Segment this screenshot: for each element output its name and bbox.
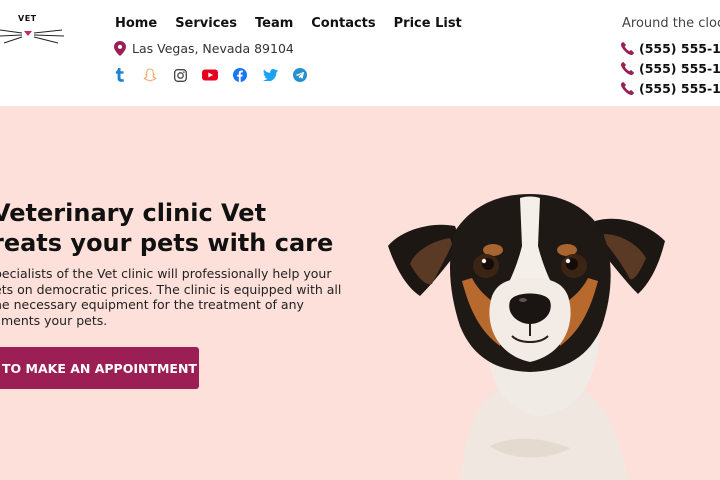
site-header: VET Home Services Team Contacts Price Li…: [0, 0, 720, 106]
make-appointment-button[interactable]: TO MAKE AN APPOINTMENT: [0, 347, 199, 389]
hero-description: pecialists of the Vet clinic will profes…: [0, 266, 354, 328]
nav-price-list[interactable]: Price List: [394, 16, 462, 31]
site-logo[interactable]: VET: [0, 14, 70, 48]
phone-number: (555) 555-123: [639, 80, 720, 96]
nav-home[interactable]: Home: [115, 16, 157, 31]
dog-photo: [388, 194, 665, 480]
youtube-icon[interactable]: [202, 67, 218, 83]
address: Las Vegas, Nevada 89104: [114, 41, 294, 56]
social-links: [112, 67, 322, 83]
hero-title-line: Veterinary clinic Vet: [0, 199, 267, 227]
phone-item[interactable]: (555) 555-123: [621, 38, 720, 58]
phone-icon: [621, 41, 634, 55]
main-nav: Home Services Team Contacts Price List: [115, 16, 480, 31]
phone-item[interactable]: (555) 555-123: [621, 58, 720, 78]
hero-description-line: ets on democratic prices. The clinic is …: [0, 281, 342, 297]
nav-services[interactable]: Services: [175, 16, 237, 31]
hero-description-line: ilments your pets.: [0, 312, 108, 328]
hero-title: Veterinary clinic Vet reats your pets wi…: [0, 198, 362, 258]
nav-team[interactable]: Team: [255, 16, 293, 31]
nav-contacts[interactable]: Contacts: [311, 16, 375, 31]
phone-icon: [621, 61, 634, 75]
hero-title-line: reats your pets with care: [0, 229, 334, 257]
snapchat-icon[interactable]: [142, 67, 158, 83]
phone-number: (555) 555-123: [639, 40, 720, 56]
hero-section: Veterinary clinic Vet reats your pets wi…: [0, 106, 720, 480]
opening-hours: Around the cloc: [622, 16, 720, 31]
hero-description-line: he necessary equipment for the treatment…: [0, 297, 304, 312]
twitter-icon[interactable]: [262, 67, 278, 83]
facebook-icon[interactable]: [232, 67, 248, 83]
logo-text: VET: [18, 14, 37, 23]
map-pin-icon: [114, 41, 126, 56]
address-text: Las Vegas, Nevada 89104: [132, 41, 294, 56]
tumblr-icon[interactable]: [112, 67, 128, 83]
phone-number: (555) 555-123: [639, 60, 720, 76]
instagram-icon[interactable]: [172, 67, 188, 83]
hero-description-line: pecialists of the Vet clinic will profes…: [0, 266, 332, 281]
phone-list: (555) 555-123 (555) 555-123 (555) 555-12…: [621, 38, 720, 98]
phone-item[interactable]: (555) 555-123: [621, 78, 720, 98]
phone-icon: [621, 81, 634, 95]
telegram-icon[interactable]: [292, 67, 308, 83]
